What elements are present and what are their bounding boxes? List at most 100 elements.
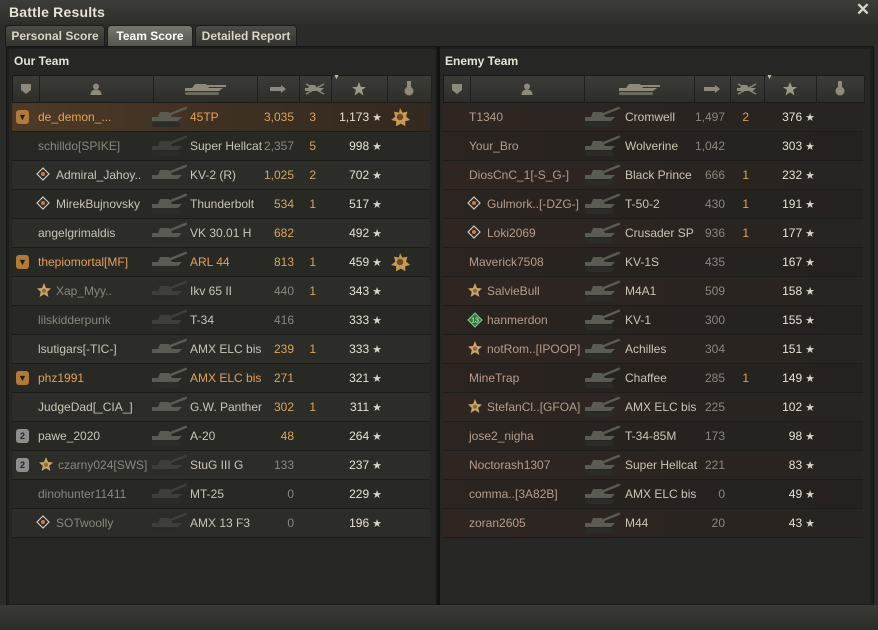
damage-value: 1,497: [694, 110, 725, 124]
player-name[interactable]: czarny024[SWS]: [58, 451, 147, 479]
player-name[interactable]: T1340: [469, 103, 503, 131]
table-row[interactable]: Admiral_Jahoy.. KV-2 (R) 1,025 2 702 ★: [12, 161, 430, 190]
damage-value: 133: [273, 458, 294, 472]
col-tank-icon[interactable]: [584, 76, 695, 102]
xp-value: 998: [349, 139, 370, 153]
player-name[interactable]: lsutigars[-TIC-]: [38, 335, 117, 363]
kills-value: [735, 277, 749, 305]
tab-detailed-report[interactable]: Detailed Report: [195, 25, 297, 46]
table-row[interactable]: lsutigars[-TIC-] AMX ELC bis 239 1 333 ★: [12, 335, 430, 364]
table-row[interactable]: Xap_Myy.. Ikv 65 II 440 1 343 ★: [12, 277, 430, 306]
table-row[interactable]: schilldo[SPIKE] Super Hellcat 2,357 5 998 ★: [12, 132, 430, 161]
table-row[interactable]: StefanCl..[GFOA] AMX ELC bis 225 102 ★: [443, 393, 863, 422]
sort-arrow-icon: ▼: [333, 74, 340, 81]
player-name[interactable]: Your_Bro: [469, 132, 519, 160]
xp-star-icon: ★: [372, 112, 382, 124]
player-name[interactable]: jose2_nigha: [469, 422, 534, 450]
player-name[interactable]: schilldo[SPIKE]: [38, 132, 120, 160]
player-name[interactable]: lilskidderpunk: [38, 306, 111, 334]
player-name[interactable]: phz1991: [38, 364, 84, 392]
table-row[interactable]: comma..[3A82B] AMX ELC bis 0 49 ★: [443, 480, 863, 509]
col-player-icon[interactable]: [470, 76, 585, 102]
col-platoon-icon[interactable]: [444, 76, 471, 102]
table-row[interactable]: jose2_nigha T-34-85M 173 98 ★: [443, 422, 863, 451]
table-row[interactable]: lilskidderpunk T-34 416 333 ★: [12, 306, 430, 335]
table-row[interactable]: ▼ de_demon_... 45TP 3,035 3 1,173 ★: [12, 103, 430, 132]
player-name[interactable]: SOTwoolly: [56, 509, 113, 537]
table-row[interactable]: T1340 Cromwell 1,497 2 376 ★: [443, 103, 863, 132]
table-row[interactable]: notRom..[IPOOP] Achilles 304 151 ★: [443, 335, 863, 364]
achievement-medal-icon[interactable]: [390, 252, 411, 272]
table-row[interactable]: SalvieBull M4A1 509 158 ★: [443, 277, 863, 306]
player-name[interactable]: de_demon_...: [38, 103, 111, 131]
table-row[interactable]: Gulmork..[-DZG-] T-50-2 430 1 191 ★: [443, 190, 863, 219]
player-name[interactable]: DiosCnC_1[-S_G-]: [469, 161, 569, 189]
col-xp-star-icon[interactable]: ▼: [764, 74, 817, 102]
player-name[interactable]: pawe_2020: [38, 422, 100, 450]
xp-star-icon: ★: [372, 315, 382, 327]
col-medal-icon[interactable]: [816, 76, 865, 102]
achievement-medal-icon[interactable]: [390, 107, 411, 127]
player-name[interactable]: Admiral_Jahoy..: [56, 161, 141, 189]
player-name[interactable]: Noctorash1307: [469, 451, 550, 479]
damage-value: 682: [273, 226, 294, 240]
close-icon[interactable]: ✕: [854, 1, 872, 19]
table-row[interactable]: angelgrimaldis VK 30.01 H 682 492 ★: [12, 219, 430, 248]
table-row[interactable]: Your_Bro Wolverine 1,042 303 ★: [443, 132, 863, 161]
table-row[interactable]: Loki2069 Crusader SP 936 1 177 ★: [443, 219, 863, 248]
col-damage-icon[interactable]: [694, 76, 731, 102]
col-kills-icon[interactable]: [299, 76, 332, 102]
player-name[interactable]: zoran2605: [469, 509, 526, 537]
table-row[interactable]: Noctorash1307 Super Hellcat 221 83 ★: [443, 451, 863, 480]
damage-value: 225: [704, 400, 725, 414]
xp-value: 155: [782, 313, 803, 327]
player-name[interactable]: MirekBujnovsky: [56, 190, 140, 218]
col-player-icon[interactable]: [39, 76, 154, 102]
player-name[interactable]: Loki2069: [487, 219, 536, 247]
our-team-header: ▼: [12, 74, 432, 103]
table-row[interactable]: zoran2605 M44 20 43 ★: [443, 509, 863, 538]
xp-cell: 264 ★: [334, 422, 382, 450]
xp-value: 102: [782, 400, 803, 414]
col-platoon-icon[interactable]: [13, 76, 40, 102]
player-name[interactable]: hanmerdon: [487, 306, 548, 334]
table-row[interactable]: JudgeDad[_CIA_] G.W. Panther 302 1 311 ★: [12, 393, 430, 422]
player-name[interactable]: Maverick7508: [469, 248, 544, 276]
player-name[interactable]: angelgrimaldis: [38, 219, 115, 247]
col-xp-star-icon[interactable]: ▼: [331, 74, 388, 102]
player-name[interactable]: comma..[3A82B]: [469, 480, 558, 508]
kills-value: [735, 451, 749, 479]
player-name[interactable]: notRom..[IPOOP]: [487, 335, 580, 363]
player-name[interactable]: Xap_Myy..: [56, 277, 112, 305]
vehicle-name: KV-1S: [625, 255, 660, 269]
xp-value: 311: [349, 400, 370, 414]
player-name[interactable]: Gulmork..[-DZG-]: [487, 190, 579, 218]
table-row[interactable]: dinohunter11411 MT-25 0 229 ★: [12, 480, 430, 509]
tab-team-score[interactable]: Team Score: [107, 25, 193, 46]
col-damage-icon[interactable]: [257, 76, 300, 102]
player-name[interactable]: thepiomortal[MF]: [38, 248, 128, 276]
col-medal-icon[interactable]: [387, 76, 432, 102]
xp-star-icon: ★: [372, 373, 382, 385]
table-row[interactable]: SOTwoolly AMX 13 F3 0 196 ★: [12, 509, 430, 538]
player-name[interactable]: dinohunter11411: [38, 480, 126, 508]
table-row[interactable]: MineTrap Chaffee 285 1 149 ★: [443, 364, 863, 393]
tab-personal-score[interactable]: Personal Score: [5, 25, 105, 46]
table-row[interactable]: 2 pawe_2020 A-20 48 264 ★: [12, 422, 430, 451]
table-row[interactable]: ▼ thepiomortal[MF] ARL 44 813 1 459 ★: [12, 248, 430, 277]
player-name[interactable]: SalvieBull: [487, 277, 540, 305]
table-row[interactable]: DiosCnC_1[-S_G-] Black Prince 666 1 232 ★: [443, 161, 863, 190]
player-name[interactable]: StefanCl..[GFOA]: [487, 393, 580, 421]
table-row[interactable]: 2 czarny024[SWS] StuG III G 133 237 ★: [12, 451, 430, 480]
player-name[interactable]: MineTrap: [469, 364, 519, 392]
player-name[interactable]: JudgeDad[_CIA_]: [38, 393, 133, 421]
damage-value: 300: [704, 313, 725, 327]
sort-arrow-icon: ▼: [766, 74, 773, 81]
table-row[interactable]: ▼ phz1991 AMX ELC bis 271 321 ★: [12, 364, 430, 393]
col-kills-icon[interactable]: [730, 76, 765, 102]
vehicle-name: AMX ELC bis: [625, 487, 697, 501]
col-tank-icon[interactable]: [153, 76, 258, 102]
table-row[interactable]: MirekBujnovsky Thunderbolt 534 1 517 ★: [12, 190, 430, 219]
table-row[interactable]: 13 hanmerdon KV-1 300 155 ★: [443, 306, 863, 335]
table-row[interactable]: Maverick7508 KV-1S 435 167 ★: [443, 248, 863, 277]
